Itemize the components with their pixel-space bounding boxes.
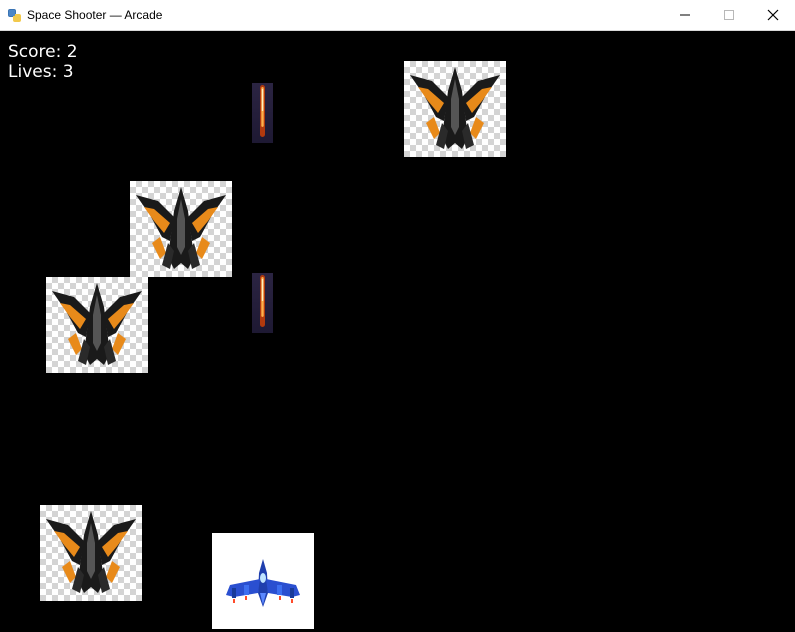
maximize-icon bbox=[723, 6, 735, 25]
minimize-icon bbox=[679, 6, 691, 25]
game-canvas[interactable]: Score: 2 Lives: 3 bbox=[0, 31, 795, 632]
window-titlebar[interactable]: Space Shooter — Arcade bbox=[0, 0, 795, 31]
player-ship-icon bbox=[226, 559, 300, 607]
close-icon bbox=[767, 6, 779, 25]
enemy-ship-icon bbox=[46, 511, 136, 593]
laser-icon bbox=[260, 275, 265, 327]
minimize-button[interactable] bbox=[662, 0, 708, 30]
python-app-icon bbox=[7, 8, 22, 23]
enemy-ship-icon bbox=[136, 187, 226, 269]
enemy-ship-sprite bbox=[46, 277, 148, 373]
maximize-button[interactable] bbox=[706, 0, 752, 30]
laser-bullet bbox=[252, 83, 273, 143]
enemy-ship-sprite bbox=[404, 61, 506, 157]
lives-label: Lives: 3 bbox=[8, 62, 74, 82]
close-button[interactable] bbox=[750, 0, 795, 30]
score-label: Score: 2 bbox=[8, 42, 78, 62]
player-ship-sprite[interactable] bbox=[212, 533, 314, 629]
enemy-ship-icon bbox=[52, 283, 142, 365]
laser-bullet bbox=[252, 273, 273, 333]
window-title: Space Shooter — Arcade bbox=[27, 8, 163, 22]
enemy-ship-sprite bbox=[40, 505, 142, 601]
enemy-ship-icon bbox=[410, 67, 500, 149]
enemy-ship-sprite bbox=[130, 181, 232, 277]
laser-icon bbox=[260, 85, 265, 137]
